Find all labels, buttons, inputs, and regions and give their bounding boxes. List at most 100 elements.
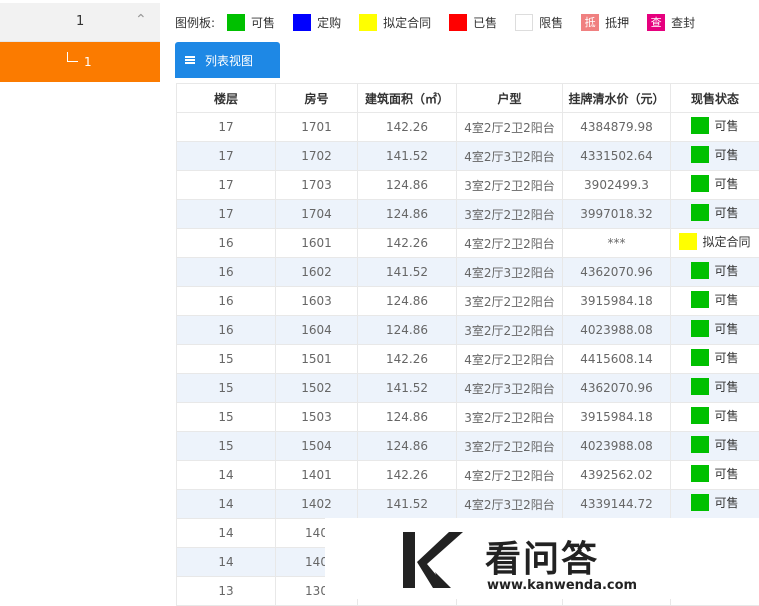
list-icon [185,56,195,64]
status-color-box [691,262,709,279]
status-badge: 可售 [691,407,738,424]
cell-room: 1504 [276,432,358,461]
cell-floor: 17 [177,200,276,229]
cell-floor: 13 [177,577,276,606]
cell-price: *** [563,229,671,258]
legend-label: 定购 [317,14,341,31]
status-color-box [691,349,709,366]
cell-price: 4362070.96 [563,374,671,403]
cell-status: 可售 [671,316,759,345]
legend-item: 已售 [449,14,497,31]
cell-layout: 4室2厅2卫2阳台 [457,461,563,490]
cell-status: 可售 [671,200,759,229]
cell-floor: 14 [177,519,276,548]
col-header-layout: 户型 [457,84,563,113]
cell-price: 4415608.14 [563,345,671,374]
col-header-status: 现售状态 [671,84,759,113]
status-label: 可售 [714,291,738,308]
status-label: 可售 [714,436,738,453]
cell-status: 可售 [671,374,759,403]
legend-item: 拟定合同 [359,14,431,31]
cell-area: 124.86 [358,200,457,229]
cell-status: 可售 [671,403,759,432]
table-row[interactable]: 141402141.524室2厅3卫2阳台4339144.72可售 [177,490,759,519]
cell-floor: 15 [177,374,276,403]
status-color-box [691,465,709,482]
cell-layout: 4室2厅3卫2阳台 [457,374,563,403]
legend-swatch [227,14,245,31]
cell-price: 4392562.02 [563,461,671,490]
status-label: 可售 [714,117,738,134]
cell-room: 1402 [276,490,358,519]
chevron-up-icon[interactable]: ⌃ [135,12,147,28]
cell-status: 可售 [671,345,759,374]
legend-label: 拟定合同 [383,14,431,31]
sidebar-item-unit[interactable]: 1 [0,42,160,82]
table-row[interactable]: 171702141.524室2厅3卫2阳台4331502.64可售 [177,142,759,171]
cell-room: 1702 [276,142,358,171]
status-label: 可售 [714,320,738,337]
cell-area: 141.52 [358,258,457,287]
status-label: 可售 [714,146,738,163]
legend-item: 抵抵押 [581,14,629,31]
cell-floor: 15 [177,403,276,432]
table-row[interactable]: 161604124.863室2厅2卫2阳台4023988.08可售 [177,316,759,345]
tab-list-view[interactable]: 列表视图 [175,42,280,78]
tab-label: 列表视图 [205,52,253,69]
table-row[interactable]: 171701142.264室2厅2卫2阳台4384879.98可售 [177,113,759,142]
cell-floor: 15 [177,432,276,461]
col-header-price: 挂牌清水价（元） [563,84,671,113]
table-row[interactable]: 161602141.524室2厅3卫2阳台4362070.96可售 [177,258,759,287]
table-row[interactable]: 151502141.524室2厅3卫2阳台4362070.96可售 [177,374,759,403]
cell-price: 3915984.18 [563,287,671,316]
table-row[interactable]: 171704124.863室2厅2卫2阳台3997018.32可售 [177,200,759,229]
cell-price: 4023988.08 [563,432,671,461]
cell-area: 124.86 [358,287,457,316]
sidebar: 1 ⌃ 1 [0,0,160,599]
cell-layout: 3室2厅2卫2阳台 [457,316,563,345]
table-row[interactable]: 161603124.863室2厅2卫2阳台3915984.18可售 [177,287,759,316]
status-label: 可售 [714,407,738,424]
cell-status: 可售 [671,490,759,519]
cell-area: 142.26 [358,229,457,258]
status-label: 可售 [714,204,738,221]
legend-swatch: 查 [647,14,665,31]
table-row[interactable]: 151501142.264室2厅2卫2阳台4415608.14可售 [177,345,759,374]
cell-status: 可售 [671,171,759,200]
cell-room: 1501 [276,345,358,374]
cell-area: 141.52 [358,374,457,403]
status-color-box [691,204,709,221]
table-row[interactable]: 141401142.264室2厅2卫2阳台4392562.02可售 [177,461,759,490]
watermark-url: www.kanwenda.com [487,578,637,593]
cell-area: 141.52 [358,490,457,519]
status-label: 可售 [714,494,738,511]
cell-layout: 4室2厅2卫2阳台 [457,345,563,374]
cell-status: 可售 [671,142,759,171]
cell-room: 1603 [276,287,358,316]
table-row[interactable]: 151503124.863室2厅2卫2阳台3915984.18可售 [177,403,759,432]
legend-item: 查查封 [647,14,695,31]
status-color-box [691,407,709,424]
status-color-box [691,378,709,395]
building-selector[interactable]: 1 ⌃ [0,3,160,42]
legend-label: 查封 [671,14,695,31]
cell-layout: 4室2厅3卫2阳台 [457,258,563,287]
cell-area: 124.86 [358,316,457,345]
cell-area: 124.86 [358,171,457,200]
cell-floor: 17 [177,142,276,171]
legend-label: 已售 [473,14,497,31]
cell-room: 1701 [276,113,358,142]
cell-layout: 3室2厅2卫2阳台 [457,171,563,200]
status-color-box [691,117,709,134]
table-row[interactable]: 161601142.264室2厅2卫2阳台***拟定合同 [177,229,759,258]
table-row[interactable]: 151504124.863室2厅2卫2阳台4023988.08可售 [177,432,759,461]
cell-status: 拟定合同 [671,229,759,258]
cell-area: 142.26 [358,113,457,142]
cell-floor: 15 [177,345,276,374]
cell-floor: 14 [177,461,276,490]
sidebar-item-label: 1 [84,55,92,69]
table-row[interactable]: 171703124.863室2厅2卫2阳台3902499.3可售 [177,171,759,200]
cell-layout: 4室2厅3卫2阳台 [457,490,563,519]
status-badge: 可售 [691,262,738,279]
cell-layout: 3室2厅2卫2阳台 [457,200,563,229]
